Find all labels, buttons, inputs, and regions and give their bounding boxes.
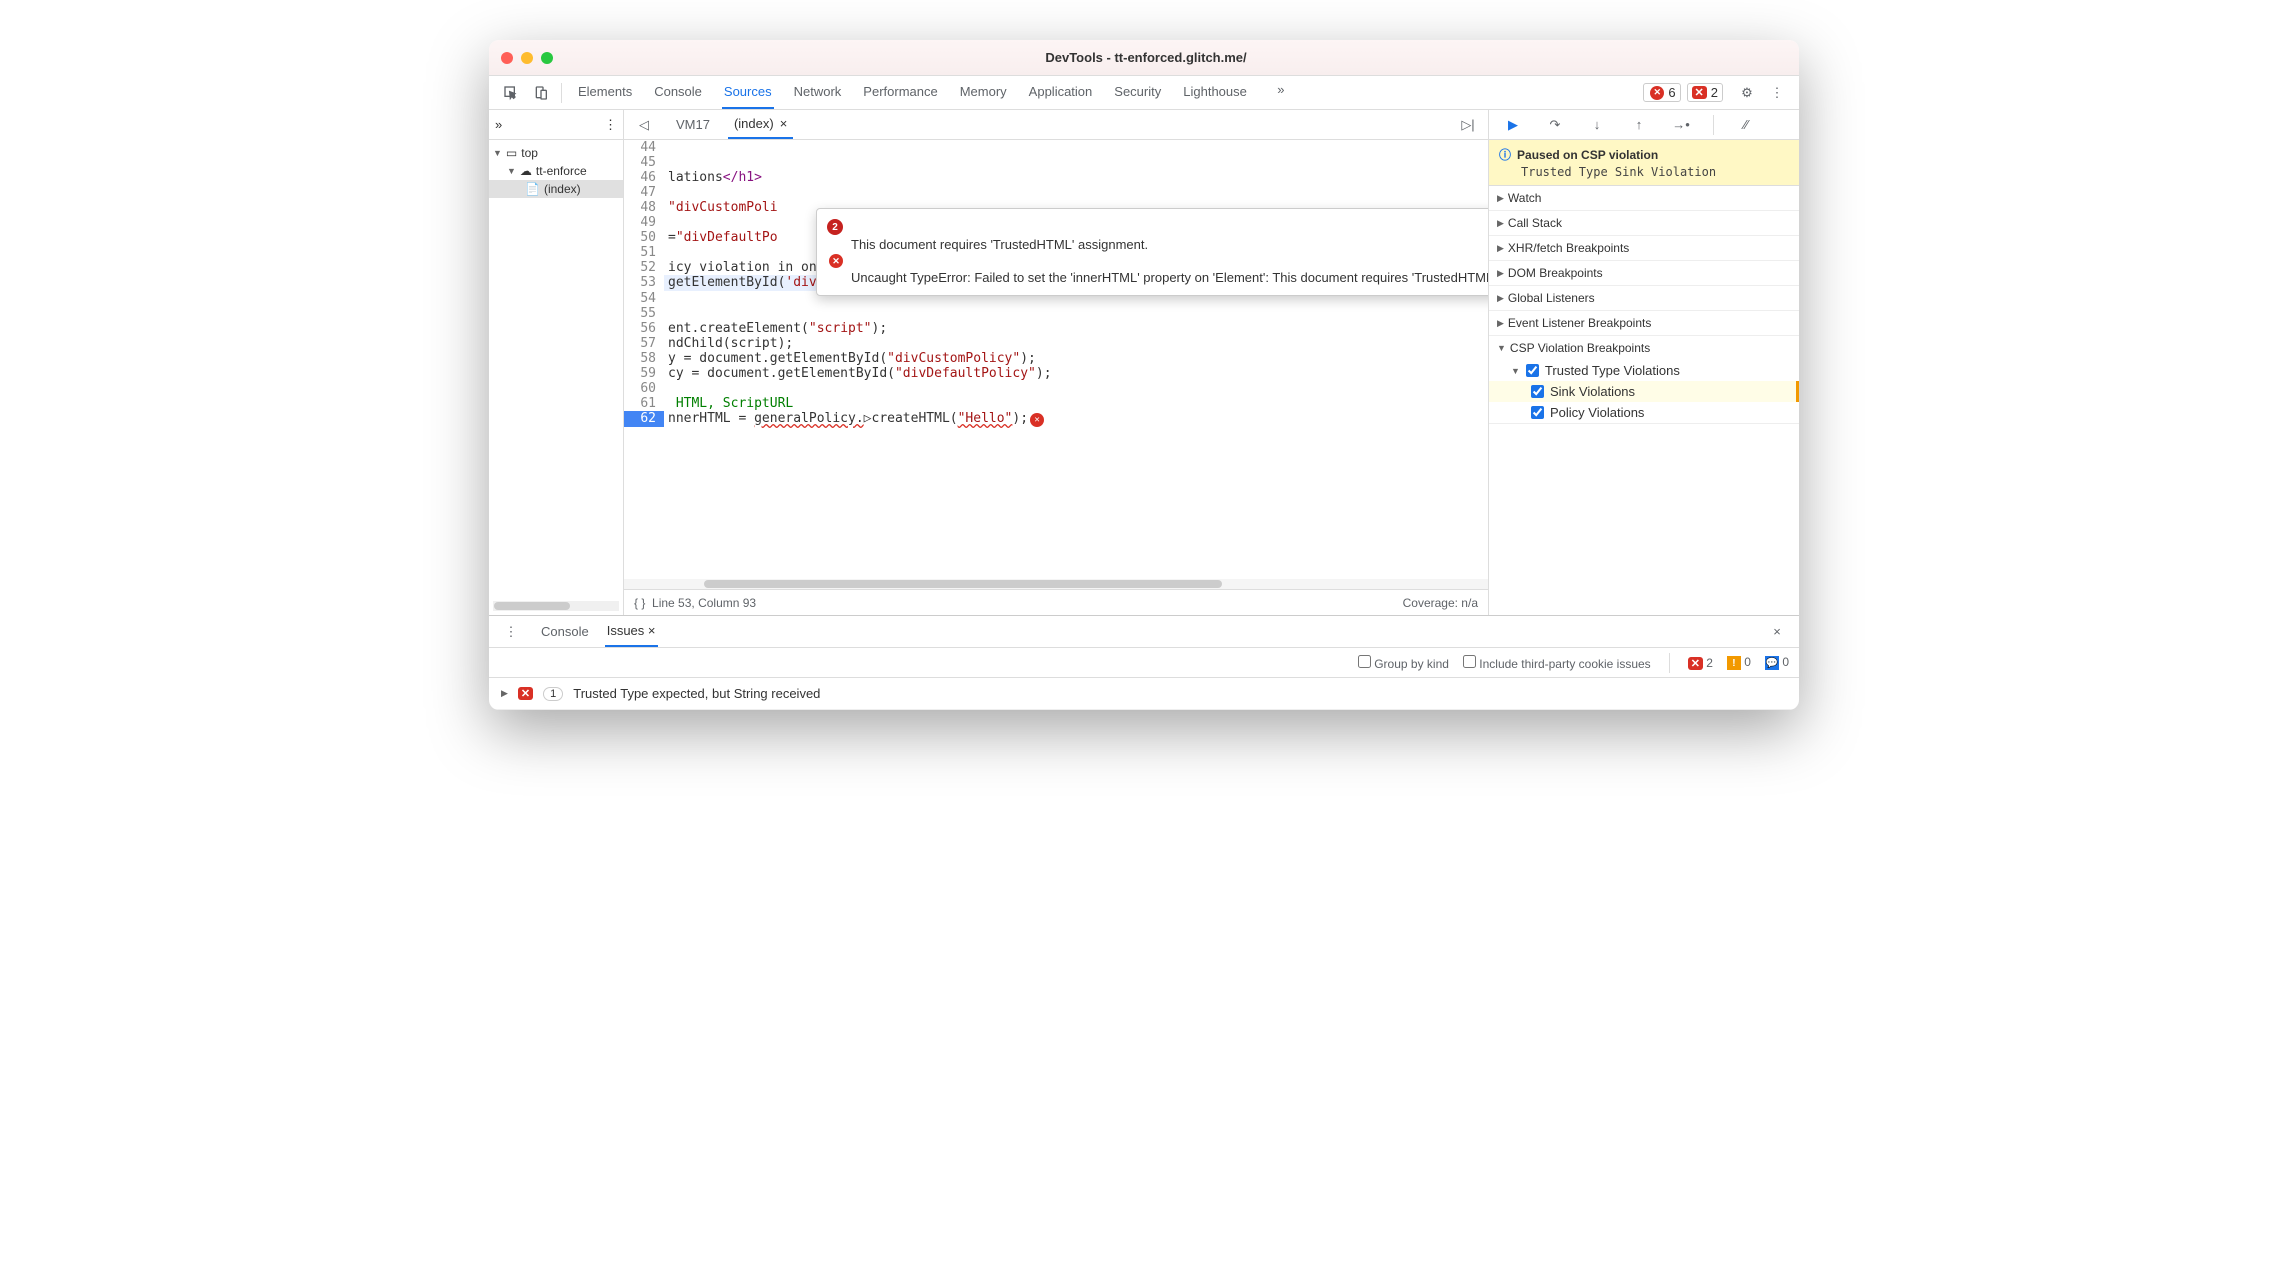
close-drawer-icon[interactable]: × xyxy=(1763,619,1791,645)
nav-more-icon[interactable]: » xyxy=(495,117,502,132)
issues-warn-count[interactable]: ! 0 xyxy=(1727,655,1751,671)
group-by-kind[interactable]: Group by kind xyxy=(1358,655,1449,671)
panel-tabs: Elements Console Sources Network Perform… xyxy=(568,76,1637,109)
kebab-icon[interactable]: ⋮ xyxy=(1763,80,1791,106)
close-icon[interactable] xyxy=(501,52,513,64)
step-icon[interactable]: →• xyxy=(1667,112,1695,138)
step-out-icon[interactable]: ↑ xyxy=(1625,112,1653,138)
issues-info-count[interactable]: 💬 0 xyxy=(1765,655,1789,671)
drawer: ⋮ Console Issues × × Group by kind Inclu… xyxy=(489,615,1799,710)
pane-event[interactable]: ▶Event Listener Breakpoints xyxy=(1489,311,1799,335)
paused-banner: ⓘPaused on CSP violation Trusted Type Si… xyxy=(1489,140,1799,186)
tree-file-index[interactable]: 📄(index) xyxy=(489,180,623,198)
step-over-icon[interactable]: ↷ xyxy=(1541,112,1569,138)
tree-top[interactable]: ▼▭top xyxy=(489,144,623,162)
pane-callstack[interactable]: ▶Call Stack xyxy=(1489,211,1799,235)
zoom-icon[interactable] xyxy=(541,52,553,64)
deactivate-bp-icon[interactable]: ⁄⁄ xyxy=(1732,112,1760,138)
tab-performance[interactable]: Performance xyxy=(861,76,939,109)
more-tabs-icon[interactable]: » xyxy=(1267,76,1295,102)
pane-xhr[interactable]: ▶XHR/fetch Breakpoints xyxy=(1489,236,1799,260)
inspect-icon[interactable] xyxy=(497,80,525,106)
code-editor[interactable]: 44 45 46lations</h1> 47 48"divCustomPoli… xyxy=(624,140,1488,579)
window-title: DevTools - tt-enforced.glitch.me/ xyxy=(553,50,1739,65)
drawer-tab-issues[interactable]: Issues × xyxy=(605,616,658,647)
editor-status-bar: { } Line 53, Column 93 Coverage: n/a xyxy=(624,589,1488,615)
traffic-lights xyxy=(501,52,553,64)
resume-icon[interactable]: ▶ xyxy=(1499,112,1527,138)
run-snippet-icon[interactable]: ▷| xyxy=(1454,112,1482,138)
tab-memory[interactable]: Memory xyxy=(958,76,1009,109)
error-icon[interactable]: ✕ xyxy=(1030,413,1044,427)
error-icon: ✕ xyxy=(518,687,533,700)
editor-pane: ◁ VM17 (index)× ▷| 44 45 46lations</h1> … xyxy=(624,110,1489,615)
settings-icon[interactable]: ⚙ xyxy=(1733,80,1761,106)
csp-sink[interactable]: Sink Violations xyxy=(1489,381,1799,402)
tab-application[interactable]: Application xyxy=(1027,76,1095,109)
pane-csp[interactable]: ▼CSP Violation Breakpoints xyxy=(1489,336,1799,360)
step-into-icon[interactable]: ↓ xyxy=(1583,112,1611,138)
debug-controls: ▶ ↷ ↓ ↑ →• ⁄⁄ xyxy=(1489,110,1799,140)
main-toolbar: Elements Console Sources Network Perform… xyxy=(489,76,1799,110)
devtools-window: DevTools - tt-enforced.glitch.me/ Elemen… xyxy=(489,40,1799,710)
tooltip-msg1: This document requires 'TrustedHTML' ass… xyxy=(851,237,1148,252)
pane-global[interactable]: ▶Global Listeners xyxy=(1489,286,1799,310)
minimize-icon[interactable] xyxy=(521,52,533,64)
error-icon: ✕ xyxy=(829,254,843,268)
horizontal-scrollbar[interactable] xyxy=(624,579,1488,589)
tooltip-count-icon: 2 xyxy=(827,219,843,235)
tab-security[interactable]: Security xyxy=(1112,76,1163,109)
titlebar: DevTools - tt-enforced.glitch.me/ xyxy=(489,40,1799,76)
issues-err-count[interactable]: ✕ 2 xyxy=(1688,656,1713,670)
csp-trusted-type[interactable]: ▼Trusted Type Violations xyxy=(1489,360,1799,381)
tab-network[interactable]: Network xyxy=(792,76,844,109)
navigator-pane: » ⋮ ▼▭top ▼☁tt-enforce 📄(index) xyxy=(489,110,624,615)
file-tab-vm17[interactable]: VM17 xyxy=(670,111,716,138)
error-count-badge[interactable]: ✕6 xyxy=(1643,83,1680,102)
tree-origin[interactable]: ▼☁tt-enforce xyxy=(489,162,623,180)
file-tab-bar: ◁ VM17 (index)× ▷| xyxy=(624,110,1488,140)
drawer-menu-icon[interactable]: ⋮ xyxy=(497,619,525,645)
drawer-tab-console[interactable]: Console xyxy=(539,617,591,646)
issue-row-1[interactable]: ▶ ✕ 1 Trusted Type expected, but String … xyxy=(489,678,1799,710)
csp-policy[interactable]: Policy Violations xyxy=(1489,402,1799,423)
pane-watch[interactable]: ▶Watch xyxy=(1489,186,1799,210)
close-tab-icon[interactable]: × xyxy=(780,116,788,131)
file-tab-index[interactable]: (index)× xyxy=(728,110,793,139)
error-tooltip: 2 This document requires 'TrustedHTML' a… xyxy=(816,208,1488,296)
close-tab-icon[interactable]: × xyxy=(648,623,656,638)
third-party-cookies[interactable]: Include third-party cookie issues xyxy=(1463,655,1651,671)
nav-back-icon[interactable]: ◁ xyxy=(630,112,658,138)
info-icon: ⓘ xyxy=(1499,146,1511,163)
debugger-pane: ▶ ↷ ↓ ↑ →• ⁄⁄ ⓘPaused on CSP violation T… xyxy=(1489,110,1799,615)
nav-menu-icon[interactable]: ⋮ xyxy=(604,117,617,133)
tooltip-msg2: Uncaught TypeError: Failed to set the 'i… xyxy=(851,270,1488,285)
main-area: » ⋮ ▼▭top ▼☁tt-enforce 📄(index) ◁ VM17 (… xyxy=(489,110,1799,615)
tab-console[interactable]: Console xyxy=(652,76,704,109)
tab-sources[interactable]: Sources xyxy=(722,76,774,109)
warn-count-badge[interactable]: ✕2 xyxy=(1687,83,1723,102)
device-icon[interactable] xyxy=(527,80,555,106)
tab-elements[interactable]: Elements xyxy=(576,76,634,109)
tab-lighthouse[interactable]: Lighthouse xyxy=(1181,76,1249,109)
pane-dom[interactable]: ▶DOM Breakpoints xyxy=(1489,261,1799,285)
